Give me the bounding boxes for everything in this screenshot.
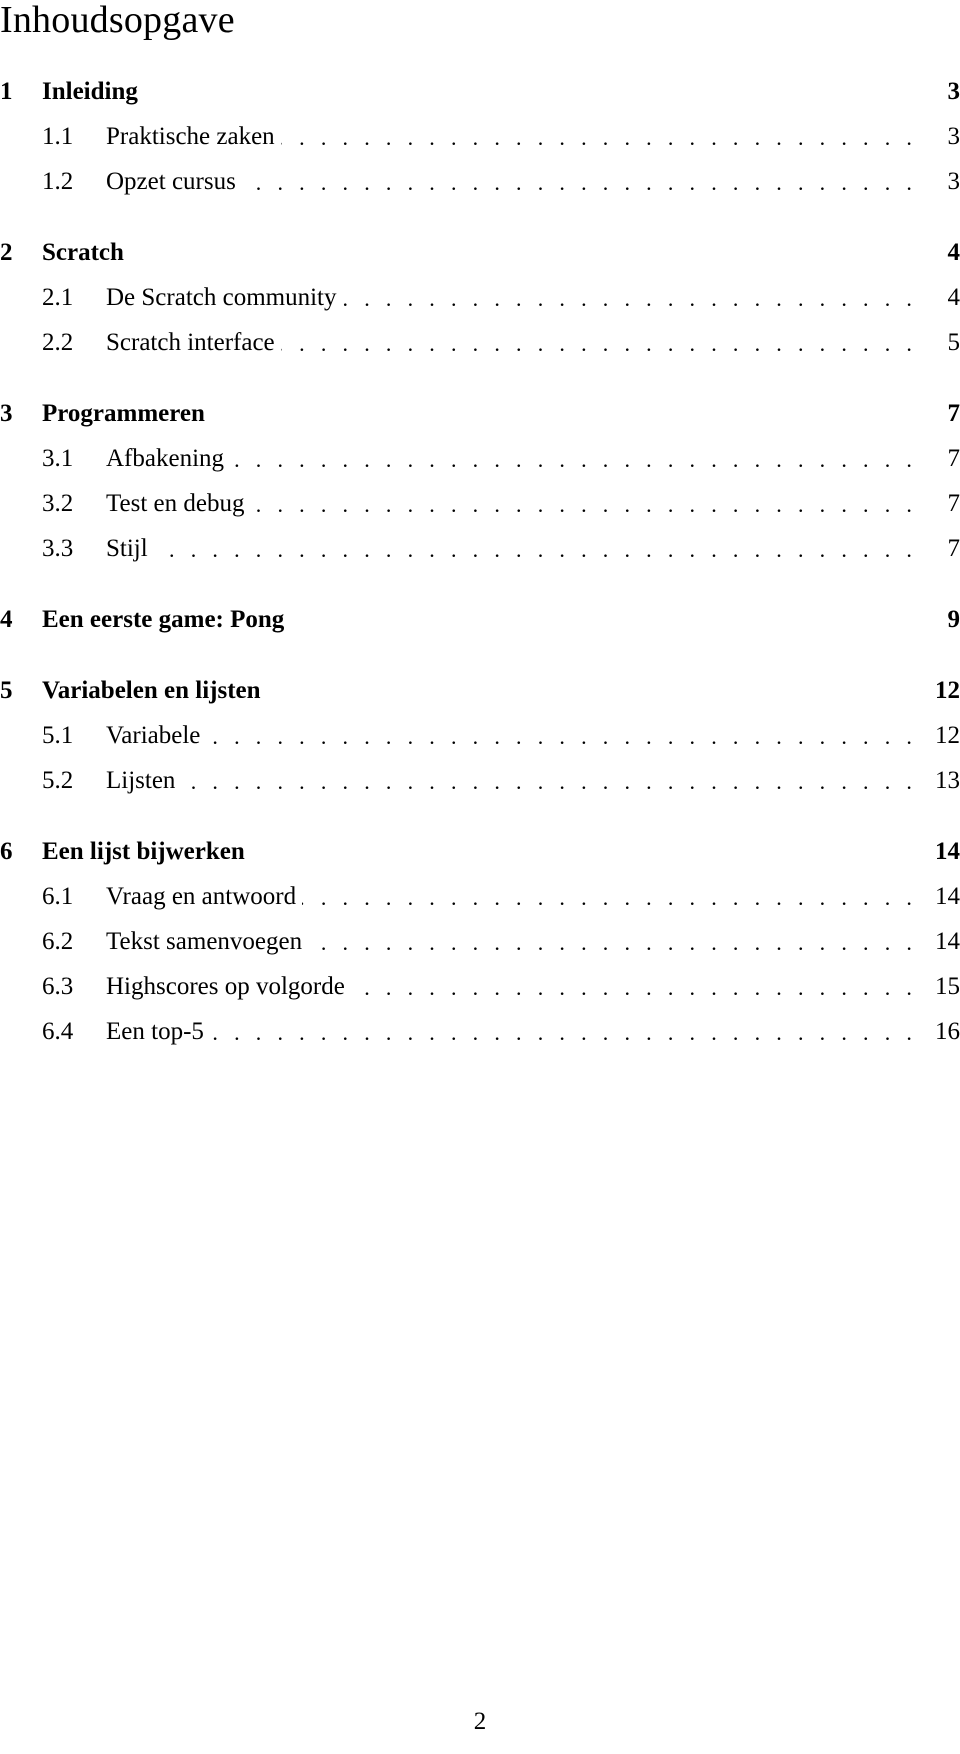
page-number: 2 <box>473 1708 487 1735</box>
table-of-contents: 1 Inleiding 3 1.1..........................… <box>0 70 960 1054</box>
toc-section-entry[interactable]: 6.3.....................................… <box>0 964 960 1009</box>
chapter-title: Programmeren <box>42 400 205 427</box>
page-title: Inhoudsopgave <box>0 0 235 41</box>
section-title: Stijl <box>106 534 154 563</box>
section-page-number: 5 <box>947 328 960 357</box>
toc-section-entry[interactable]: 6.1.....................................… <box>0 874 960 919</box>
chapter-number: 1 <box>0 78 13 105</box>
section-title: Vraag en antwoord <box>106 882 303 911</box>
section-title: Highscores op volgorde <box>106 972 351 1001</box>
toc-chapter: 6 Een lijst bijwerken 14 6.1...............… <box>0 830 960 1054</box>
chapter-title: Inleiding <box>42 78 138 105</box>
section-page-number: 16 <box>935 1017 960 1046</box>
section-page-number: 7 <box>947 534 960 563</box>
section-title: Lijsten <box>106 766 182 795</box>
toc-chapter: 5 Variabelen en lijsten 12 5.1.............… <box>0 669 960 803</box>
section-page-number: 3 <box>947 167 960 196</box>
toc-section-entry[interactable]: 2.1.....................................… <box>0 275 960 320</box>
section-number: 5.1 <box>42 721 74 749</box>
chapter-spacer <box>0 365 960 392</box>
chapter-page-number: 12 <box>935 677 960 704</box>
section-number: 6.4 <box>42 1017 74 1045</box>
section-page-number: 13 <box>935 766 960 795</box>
section-number: 6.1 <box>42 882 74 910</box>
toc-section-entry[interactable]: 3.3.....................................… <box>0 526 960 571</box>
toc-chapter: 1 Inleiding 3 1.1..........................… <box>0 70 960 204</box>
toc-chapter: 2Scratch42.1............................… <box>0 231 960 365</box>
dot-leader: ........................................ <box>106 769 912 794</box>
chapter-title: Een lijst bijwerken <box>42 838 245 865</box>
chapter-page-number: 4 <box>947 239 960 266</box>
dot-leader: ........................................ <box>106 1020 912 1045</box>
section-number: 3.1 <box>42 444 74 472</box>
section-page-number: 7 <box>947 444 960 473</box>
chapter-page-number: 14 <box>935 838 960 865</box>
chapter-spacer <box>0 204 960 231</box>
chapter-spacer <box>0 571 960 598</box>
toc-chapter: 3 Programmeren 7 3.1.......................… <box>0 392 960 571</box>
section-page-number: 12 <box>935 721 960 750</box>
section-page-number: 7 <box>947 489 960 518</box>
chapter-number: 3 <box>0 400 13 427</box>
section-title: Praktische zaken <box>106 122 281 151</box>
toc-section-entry[interactable]: 6.4.....................................… <box>0 1009 960 1054</box>
chapter-number: 5 <box>0 677 13 704</box>
toc-chapter-entry[interactable]: 2 Scratch 4 <box>0 231 960 275</box>
section-page-number: 14 <box>935 927 960 956</box>
section-title: De Scratch community <box>106 283 343 312</box>
section-number: 2.2 <box>42 328 74 356</box>
section-page-number: 14 <box>935 882 960 911</box>
section-title: Afbakening <box>106 444 231 473</box>
chapter-title: Variabelen en lijsten <box>42 677 261 704</box>
toc-section-entry[interactable]: 6.2.....................................… <box>0 919 960 964</box>
toc-chapter-entry[interactable]: 6 Een lijst bijwerken 14 <box>0 830 960 874</box>
dot-leader: ........................................ <box>106 537 912 562</box>
toc-section-entry[interactable]: 1.1.....................................… <box>0 114 960 159</box>
chapter-page-number: 9 <box>947 606 960 633</box>
section-number: 2.1 <box>42 283 74 311</box>
dot-leader: ........................................ <box>106 724 912 749</box>
section-number: 3.3 <box>42 534 74 562</box>
toc-section-entry[interactable]: 5.2.....................................… <box>0 758 960 803</box>
chapter-page-number: 3 <box>947 78 960 105</box>
section-title: Test en debug <box>106 489 251 518</box>
section-page-number: 15 <box>935 972 960 1001</box>
toc-section-entry[interactable]: 3.2.....................................… <box>0 481 960 526</box>
toc-chapter-entry[interactable]: 1 Inleiding 3 <box>0 70 960 114</box>
section-title: Variabele <box>106 721 207 750</box>
chapter-number: 4 <box>0 606 13 633</box>
chapter-number: 2 <box>0 239 13 266</box>
section-number: 1.2 <box>42 167 74 195</box>
toc-section-entry[interactable]: 3.1.....................................… <box>0 436 960 481</box>
section-number: 3.2 <box>42 489 74 517</box>
toc-chapter-entry[interactable]: 4 Een eerste game: Pong 9 <box>0 598 960 642</box>
section-title: Opzet cursus <box>106 167 242 196</box>
toc-section-entry[interactable]: 5.1.....................................… <box>0 713 960 758</box>
section-number: 5.2 <box>42 766 74 794</box>
section-page-number: 3 <box>947 122 960 151</box>
toc-chapter-entry[interactable]: 3 Programmeren 7 <box>0 392 960 436</box>
toc-chapter: 4 Een eerste game: Pong 9 <box>0 598 960 642</box>
section-page-number: 4 <box>947 283 960 312</box>
toc-section-entry[interactable]: 2.2.....................................… <box>0 320 960 365</box>
chapter-spacer <box>0 642 960 669</box>
section-title: Tekst samenvoegen <box>106 927 309 956</box>
toc-chapter-entry[interactable]: 5 Variabelen en lijsten 12 <box>0 669 960 713</box>
toc-section-entry[interactable]: 1.2.....................................… <box>0 159 960 204</box>
chapter-page-number: 7 <box>947 400 960 427</box>
section-number: 1.1 <box>42 122 74 150</box>
chapter-spacer <box>0 803 960 830</box>
section-number: 6.2 <box>42 927 74 955</box>
section-number: 6.3 <box>42 972 74 1000</box>
chapter-number: 6 <box>0 838 13 865</box>
chapter-title: Scratch <box>42 239 124 266</box>
section-title: Een top-5 <box>106 1017 210 1046</box>
chapter-title: Een eerste game: Pong <box>42 606 285 633</box>
section-title: Scratch interface <box>106 328 281 357</box>
